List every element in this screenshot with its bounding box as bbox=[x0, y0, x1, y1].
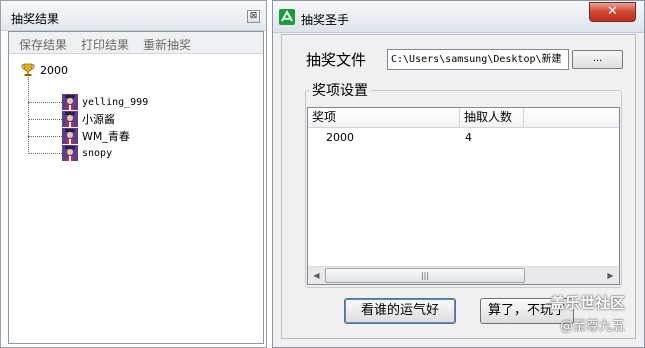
file-label: 抽奖文件 bbox=[306, 51, 367, 69]
scroll-thumb[interactable]: ||| bbox=[325, 268, 525, 283]
results-panel: 保存结果 打印结果 重新抽奖 2000 yelling_999 小源酱 WM_青… bbox=[8, 31, 264, 344]
scroll-left-icon[interactable]: ◀ bbox=[308, 267, 325, 284]
results-menubar: 保存结果 打印结果 重新抽奖 bbox=[9, 32, 263, 54]
prize-value: 2000 bbox=[326, 131, 354, 144]
winner-name: snopy bbox=[82, 147, 113, 159]
user-icon bbox=[62, 128, 78, 144]
menu-save-results[interactable]: 保存结果 bbox=[19, 36, 67, 53]
tree-node-winner[interactable]: snopy bbox=[28, 145, 112, 161]
app-icon bbox=[279, 9, 295, 25]
tree-node-winner[interactable]: 小源酱 bbox=[28, 111, 115, 127]
tree-root-label: 2000 bbox=[40, 63, 68, 77]
user-icon bbox=[62, 111, 78, 127]
trophy-icon bbox=[21, 63, 35, 76]
file-path-field[interactable]: C:\Users\samsung\Desktop\新建 bbox=[387, 49, 569, 70]
watermark: 盖乐世社区 @至尊九五 bbox=[550, 292, 625, 334]
results-tree: 2000 yelling_999 小源酱 WM_青春 snopy bbox=[9, 55, 263, 343]
browse-button[interactable]: ... bbox=[572, 50, 623, 69]
results-window: 抽奖结果 ⊠ 保存结果 打印结果 重新抽奖 2000 yelling_999 小… bbox=[0, 0, 267, 348]
results-titlebar[interactable]: 抽奖结果 ⊠ bbox=[1, 1, 266, 31]
winner-name: WM_青春 bbox=[82, 130, 130, 143]
results-window-title: 抽奖结果 bbox=[11, 12, 60, 26]
results-close-button[interactable]: ⊠ bbox=[247, 10, 260, 23]
column-draw-count[interactable]: 抽取人数 bbox=[460, 108, 524, 127]
column-prize[interactable]: 奖项 bbox=[308, 108, 460, 127]
lottery-titlebar[interactable]: 抽奖圣手 ✕ bbox=[273, 1, 644, 33]
close-button[interactable]: ✕ bbox=[589, 2, 636, 22]
tree-node-winner[interactable]: yelling_999 bbox=[28, 94, 148, 110]
winner-name: 小源酱 bbox=[82, 113, 115, 126]
user-icon bbox=[62, 94, 78, 110]
prize-settings-title: 奖项设置 bbox=[309, 80, 371, 100]
draw-count-value: 4 bbox=[465, 131, 472, 144]
lottery-window-title: 抽奖圣手 bbox=[301, 13, 350, 27]
tree-root[interactable]: 2000 bbox=[21, 62, 68, 78]
horizontal-scrollbar[interactable]: ◀ ||| ▶ bbox=[308, 266, 619, 284]
menu-print-results[interactable]: 打印结果 bbox=[81, 36, 129, 53]
user-icon bbox=[62, 145, 78, 161]
winner-name: yelling_999 bbox=[82, 96, 149, 108]
prize-list[interactable]: 奖项 抽取人数 2000 4 ◀ ||| ▶ bbox=[307, 107, 620, 285]
tree-node-winner[interactable]: WM_青春 bbox=[28, 128, 130, 144]
menu-redraw[interactable]: 重新抽奖 bbox=[143, 36, 191, 53]
watermark-author: @至尊九五 bbox=[560, 319, 626, 334]
draw-button[interactable]: 看谁的运气好 bbox=[344, 298, 456, 324]
prize-list-header: 奖项 抽取人数 bbox=[308, 108, 619, 128]
scroll-right-icon[interactable]: ▶ bbox=[602, 267, 619, 284]
watermark-title: 盖乐世社区 bbox=[550, 294, 626, 312]
prize-row[interactable]: 2000 4 bbox=[308, 129, 619, 147]
